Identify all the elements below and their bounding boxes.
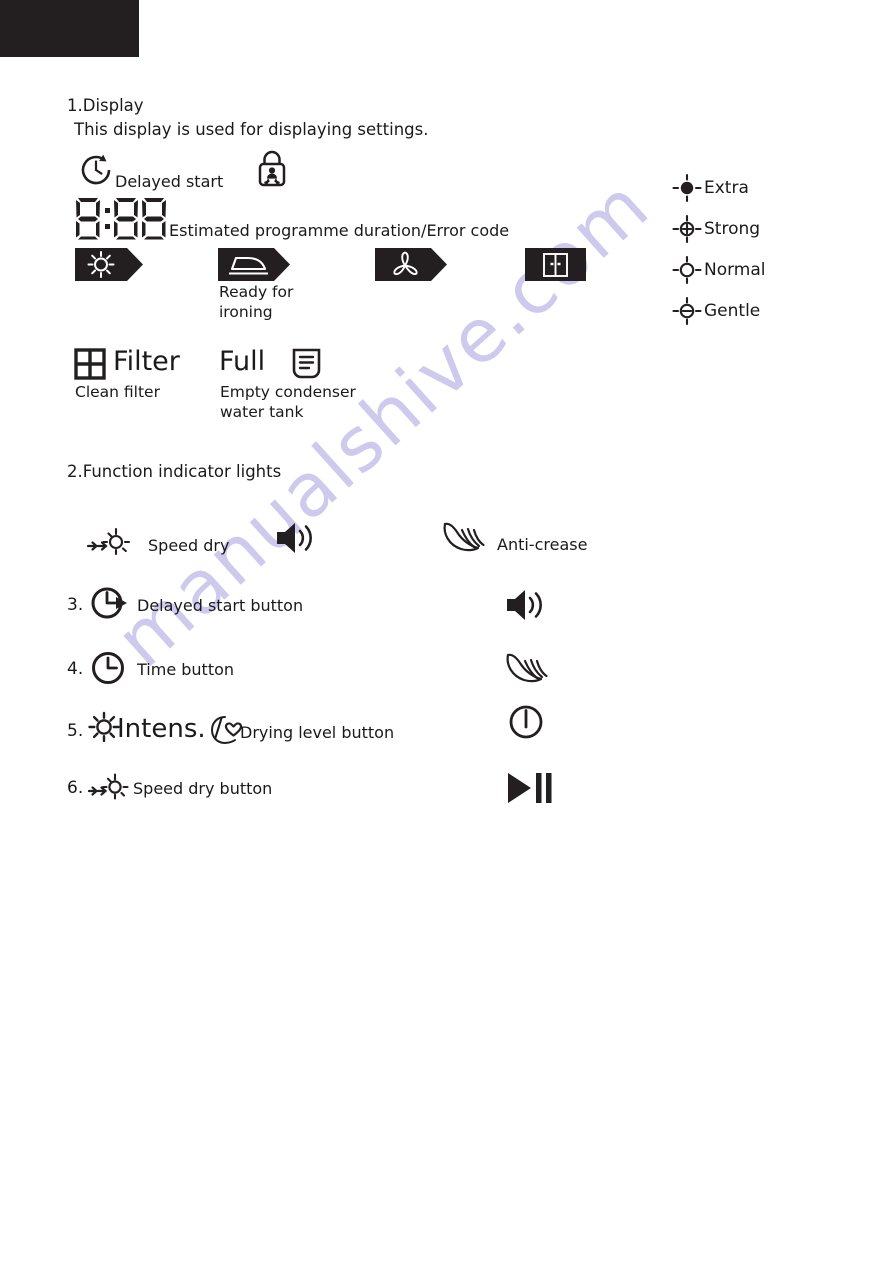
anti-crease-button-icon[interactable] — [503, 649, 551, 687]
filter-alert-caption: Clean filter — [75, 383, 160, 401]
phase-badge-fan — [375, 248, 449, 281]
button-5-title: Intens. / — [117, 714, 223, 744]
speed-dry-label: Speed dry — [148, 536, 230, 555]
start-pause-icon[interactable] — [505, 770, 555, 806]
dryness-level-strong-label: Strong — [704, 219, 761, 239]
intensity-icon[interactable] — [88, 711, 120, 743]
button-5-label: Drying level button — [240, 723, 395, 742]
speed-dry-button-icon[interactable] — [87, 765, 132, 803]
anti-crease-label: Anti-crease — [497, 535, 588, 554]
section-display-description: This display is used for displaying sett… — [74, 120, 429, 139]
water-tank-alert-title: Full — [219, 346, 266, 377]
sun-minus-icon — [672, 296, 702, 326]
programme-duration-label: Estimated programme duration/Error code — [169, 221, 510, 240]
phase-badge-drying — [75, 248, 145, 281]
time-button-icon[interactable] — [88, 648, 128, 688]
page-header-bar — [0, 0, 139, 57]
filter-alert-title: Filter — [113, 346, 180, 377]
phase-badge-ironing — [218, 248, 292, 281]
buzzer-icon — [273, 517, 321, 559]
button-5-number: 5. — [67, 721, 84, 741]
speed-dry-icon — [86, 518, 134, 558]
ready-for-ironing-caption: Ready for ironing — [219, 283, 294, 321]
button-3-number: 3. — [67, 595, 84, 615]
watermark: manualshive.com — [100, 162, 666, 684]
dryness-level-normal-label: Normal — [704, 260, 766, 280]
seven-segment-display — [74, 196, 166, 240]
button-3-label: Delayed start button — [137, 596, 304, 615]
button-4-label: Time button — [137, 660, 235, 679]
power-icon[interactable] — [506, 702, 546, 742]
section-indicators-heading: 2.Function indicator lights — [67, 462, 282, 481]
dryness-level-gentle: Gentle — [672, 296, 761, 326]
dryness-level-normal: Normal — [672, 255, 766, 285]
anti-crease-icon — [440, 518, 488, 556]
delayed-start-icon — [76, 150, 116, 190]
button-6-number: 6. — [67, 778, 84, 798]
dryness-level-strong: Strong — [672, 214, 761, 244]
filter-grid-icon — [74, 348, 106, 380]
buzzer-button-icon[interactable] — [503, 584, 551, 626]
manual-page: manualshive.com 1.Display This display i… — [0, 0, 893, 1263]
sun-filled-icon — [672, 173, 702, 203]
phase-badge-wardrobe — [525, 248, 586, 281]
button-4-number: 4. — [67, 659, 84, 679]
child-lock-icon — [254, 149, 290, 191]
water-tank-icon — [291, 348, 322, 380]
button-6-label: Speed dry button — [133, 779, 273, 798]
dryness-level-gentle-label: Gentle — [704, 301, 761, 321]
water-tank-alert-caption: Empty condenser water tank — [220, 383, 356, 421]
dryness-level-extra-label: Extra — [704, 178, 749, 198]
sun-empty-icon — [672, 255, 702, 285]
delayed-start-label: Delayed start — [115, 172, 224, 191]
section-display-heading: 1.Display — [67, 96, 144, 115]
delayed-start-button-icon[interactable] — [88, 583, 130, 623]
dryness-level-extra: Extra — [672, 173, 749, 203]
sun-plus-icon — [672, 214, 702, 244]
